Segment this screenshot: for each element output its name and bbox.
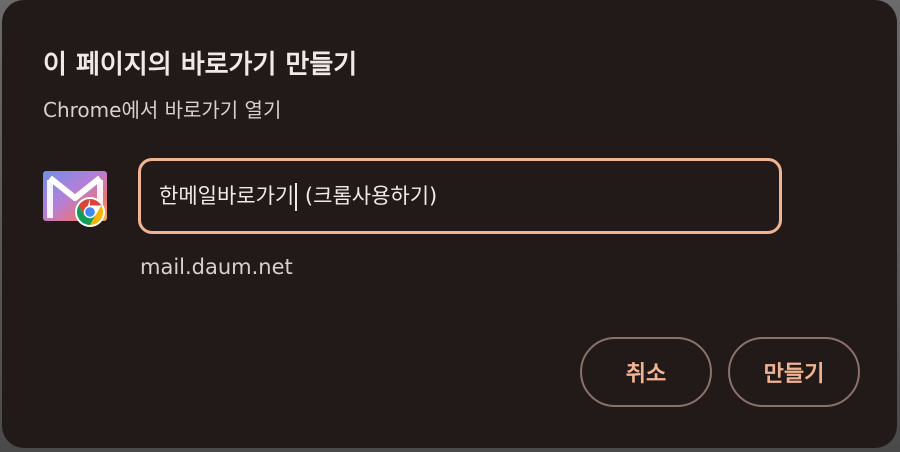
shortcut-url: mail.daum.net <box>140 255 293 279</box>
shortcut-name-field[interactable]: 한메일바로가기 (크롬사용하기) <box>138 158 782 234</box>
shortcut-name-input[interactable]: 한메일바로가기 (크롬사용하기) <box>159 161 759 231</box>
dialog-title: 이 페이지의 바로가기 만들기 <box>43 50 358 80</box>
create-shortcut-dialog: 이 페이지의 바로가기 만들기 Chrome에서 바로가기 열기 한메일바로가기… <box>2 0 897 448</box>
shortcut-name-text-before: 한메일바로가기 <box>159 184 295 208</box>
shortcut-name-text-after: (크롬사용하기) <box>298 184 438 208</box>
gmail-chrome-shortcut-icon <box>42 170 108 228</box>
create-button[interactable]: 만들기 <box>728 337 860 407</box>
dialog-subtitle: Chrome에서 바로가기 열기 <box>43 98 282 122</box>
text-caret <box>295 183 298 211</box>
cancel-button[interactable]: 취소 <box>580 337 712 407</box>
